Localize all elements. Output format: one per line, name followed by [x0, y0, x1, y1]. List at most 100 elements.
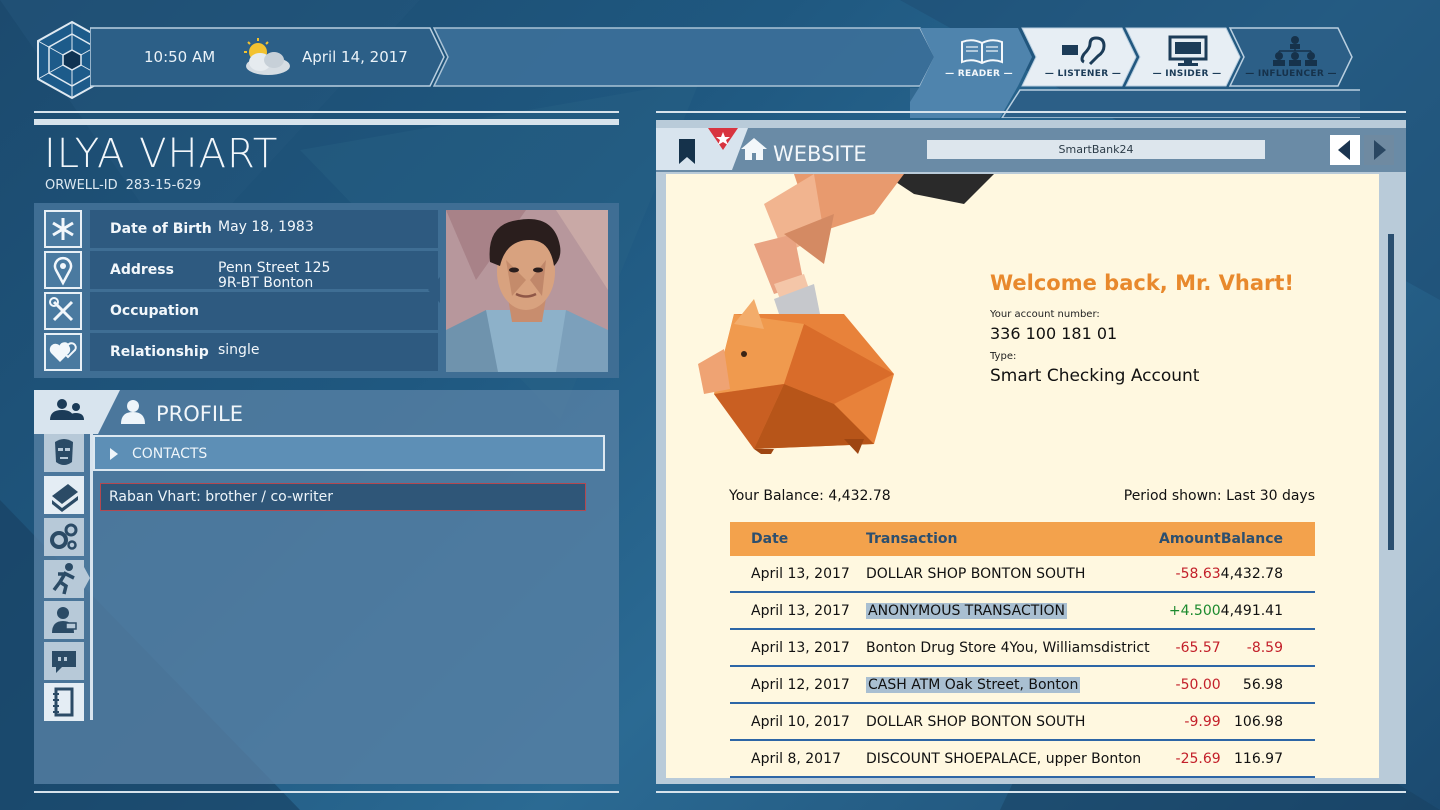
profile-tab[interactable]	[34, 390, 124, 434]
profile-title: PROFILE	[156, 402, 244, 426]
balance-summary: Your Balance: 4,432.78	[729, 488, 891, 504]
table-row[interactable]: April 13, 2017 Bonton Drug Store 4You, Wi…	[730, 629, 1315, 667]
contacts-section-header[interactable]: CONTACTS	[93, 435, 605, 471]
table-row[interactable]: April 10, 2017 DOLLAR SHOP BONTON SOUTH -9…	[730, 703, 1315, 741]
dob-label: Date of Birth	[110, 221, 212, 237]
cell-transaction: DISCOUNT SHOEPALACE, upper Bonton	[866, 740, 1157, 778]
mode-label-influencer: — INFLUENCER —	[1245, 69, 1337, 79]
back-button[interactable]	[1330, 135, 1360, 165]
mode-label-reader: — READER —	[945, 69, 1013, 79]
bank-webpage: Welcome back, Mr. Vhart! Your account nu…	[666, 174, 1379, 778]
person-icon	[121, 400, 145, 424]
side-btn-face[interactable]	[44, 434, 84, 472]
cell-balance-text: 4,432.78	[1220, 565, 1283, 582]
cell-transaction-text: DISCOUNT SHOEPALACE, upper Bonton	[866, 750, 1142, 767]
cell-amount-text: -25.69	[1175, 750, 1221, 767]
side-btn-running[interactable]	[44, 560, 84, 598]
cell-amount: -9.99	[1156, 703, 1221, 741]
url-bar[interactable]: SmartBank24	[927, 140, 1265, 159]
home-icon[interactable]	[740, 137, 768, 161]
cell-date-text: April 13, 2017	[751, 602, 850, 619]
arrow-right-icon	[1374, 140, 1386, 160]
location-pin-icon[interactable]	[44, 251, 82, 289]
tools-icon[interactable]	[44, 292, 82, 330]
side-divider	[90, 432, 93, 720]
contact-entry-text: Raban Vhart: brother / co-writer	[109, 489, 334, 505]
cell-transaction: DOLLAR SHOP BONTON SOUTH	[866, 703, 1157, 741]
divider	[34, 119, 619, 125]
cell-balance: 116.97	[1220, 740, 1315, 778]
mode-label-insider: — INSIDER —	[1152, 69, 1222, 79]
address-value: Penn Street 125 9R-BT Bonton	[218, 261, 330, 291]
gears-icon	[50, 523, 78, 550]
side-btn-books[interactable]	[44, 476, 84, 514]
cell-transaction-text[interactable]: CASH ATM Oak Street, Bonton	[866, 676, 1081, 693]
cell-date-text: April 10, 2017	[751, 713, 850, 730]
mode-tab-listener[interactable]: — LISTENER —	[1028, 26, 1138, 88]
table-row[interactable]: April 13, 2017 DOLLAR SHOP BONTON SOUTH -5…	[730, 556, 1315, 593]
mode-tab-reader[interactable]: — READER —	[924, 26, 1034, 88]
info-row-occupation: Occupation	[90, 292, 438, 330]
monitor-icon	[1168, 35, 1208, 66]
side-btn-speech[interactable]	[44, 642, 84, 680]
cell-balance: 106.98	[1220, 703, 1315, 741]
column-header-amount: Amount	[1156, 522, 1221, 556]
column-header-transaction: Transaction	[866, 522, 1157, 556]
cell-amount-text: -58.63	[1175, 565, 1221, 582]
account-type: Smart Checking Account	[990, 366, 1200, 386]
account-type-label: Type:	[990, 351, 1017, 362]
transactions-table: Date Transaction Amount Balance April 13…	[730, 522, 1315, 778]
account-number: 336 100 181 01	[990, 324, 1118, 343]
cell-date-text: April 12, 2017	[751, 676, 850, 693]
cell-amount: -50.00	[1156, 666, 1221, 704]
cell-amount: -25.69	[1156, 740, 1221, 778]
orwell-id-value: 283-15-629	[125, 178, 202, 193]
contact-entry[interactable]: Raban Vhart: brother / co-writer	[100, 483, 586, 511]
pointer-arrow	[428, 277, 440, 303]
divider	[656, 111, 1406, 113]
website-tab	[656, 128, 748, 170]
mode-tab-influencer[interactable]: — INFLUENCER —	[1236, 26, 1346, 88]
hearts-icon[interactable]	[44, 333, 82, 371]
cell-date: April 13, 2017	[730, 629, 866, 667]
cell-date: April 12, 2017	[730, 666, 866, 704]
face-icon	[55, 439, 73, 465]
scrollbar[interactable]	[1388, 234, 1394, 550]
cell-amount: -58.63	[1156, 556, 1221, 593]
cell-balance: 56.98	[1220, 666, 1315, 704]
cell-date: April 8, 2017	[730, 740, 866, 778]
side-btn-notebook[interactable]	[44, 683, 84, 721]
welcome-heading: Welcome back, Mr. Vhart!	[990, 271, 1294, 295]
cell-transaction: Bonton Drug Store 4You, Williamsdistrict	[866, 629, 1157, 667]
period-shown: Period shown: Last 30 days	[1123, 488, 1315, 504]
mode-label-listener: — LISTENER —	[1044, 69, 1122, 79]
side-btn-gears[interactable]	[44, 518, 84, 556]
divider	[34, 791, 619, 793]
occupation-label: Occupation	[110, 303, 200, 319]
table-row[interactable]: April 13, 2017 ANONYMOUS TRANSACTION +4.50…	[730, 592, 1315, 630]
forward-button[interactable]	[1364, 135, 1394, 165]
cell-date: April 13, 2017	[730, 592, 866, 630]
table-row[interactable]: April 12, 2017 CASH ATM Oak Street, Bonto…	[730, 666, 1315, 704]
book-icon	[961, 39, 1003, 65]
mode-tabs: — READER — — LISTENER — — INSIDER — — IN…	[910, 26, 1360, 118]
table-row[interactable]: April 8, 2017 DISCOUNT SHOEPALACE, upper …	[730, 740, 1315, 778]
cell-date-text: April 8, 2017	[751, 750, 841, 767]
dob-value: May 18, 1983	[218, 219, 314, 235]
side-arrow	[84, 567, 90, 589]
column-header-date: Date	[730, 522, 866, 556]
ear-icon	[1062, 36, 1106, 66]
mode-tab-insider[interactable]: — INSIDER —	[1132, 26, 1242, 88]
asterisk-icon[interactable]	[44, 210, 82, 248]
running-icon	[52, 563, 75, 595]
cell-transaction: CASH ATM Oak Street, Bonton	[866, 666, 1157, 704]
side-btn-person[interactable]	[44, 601, 84, 639]
cell-date: April 13, 2017	[730, 556, 866, 593]
relationship-label: Relationship	[110, 344, 209, 360]
cell-transaction-text[interactable]: ANONYMOUS TRANSACTION	[866, 602, 1067, 619]
person-card-icon	[52, 607, 77, 633]
column-header-balance: Balance	[1220, 522, 1315, 556]
cell-amount-text: -9.99	[1184, 713, 1221, 730]
cell-balance-text: 116.97	[1234, 750, 1283, 767]
account-number-label: Your account number:	[990, 309, 1100, 320]
